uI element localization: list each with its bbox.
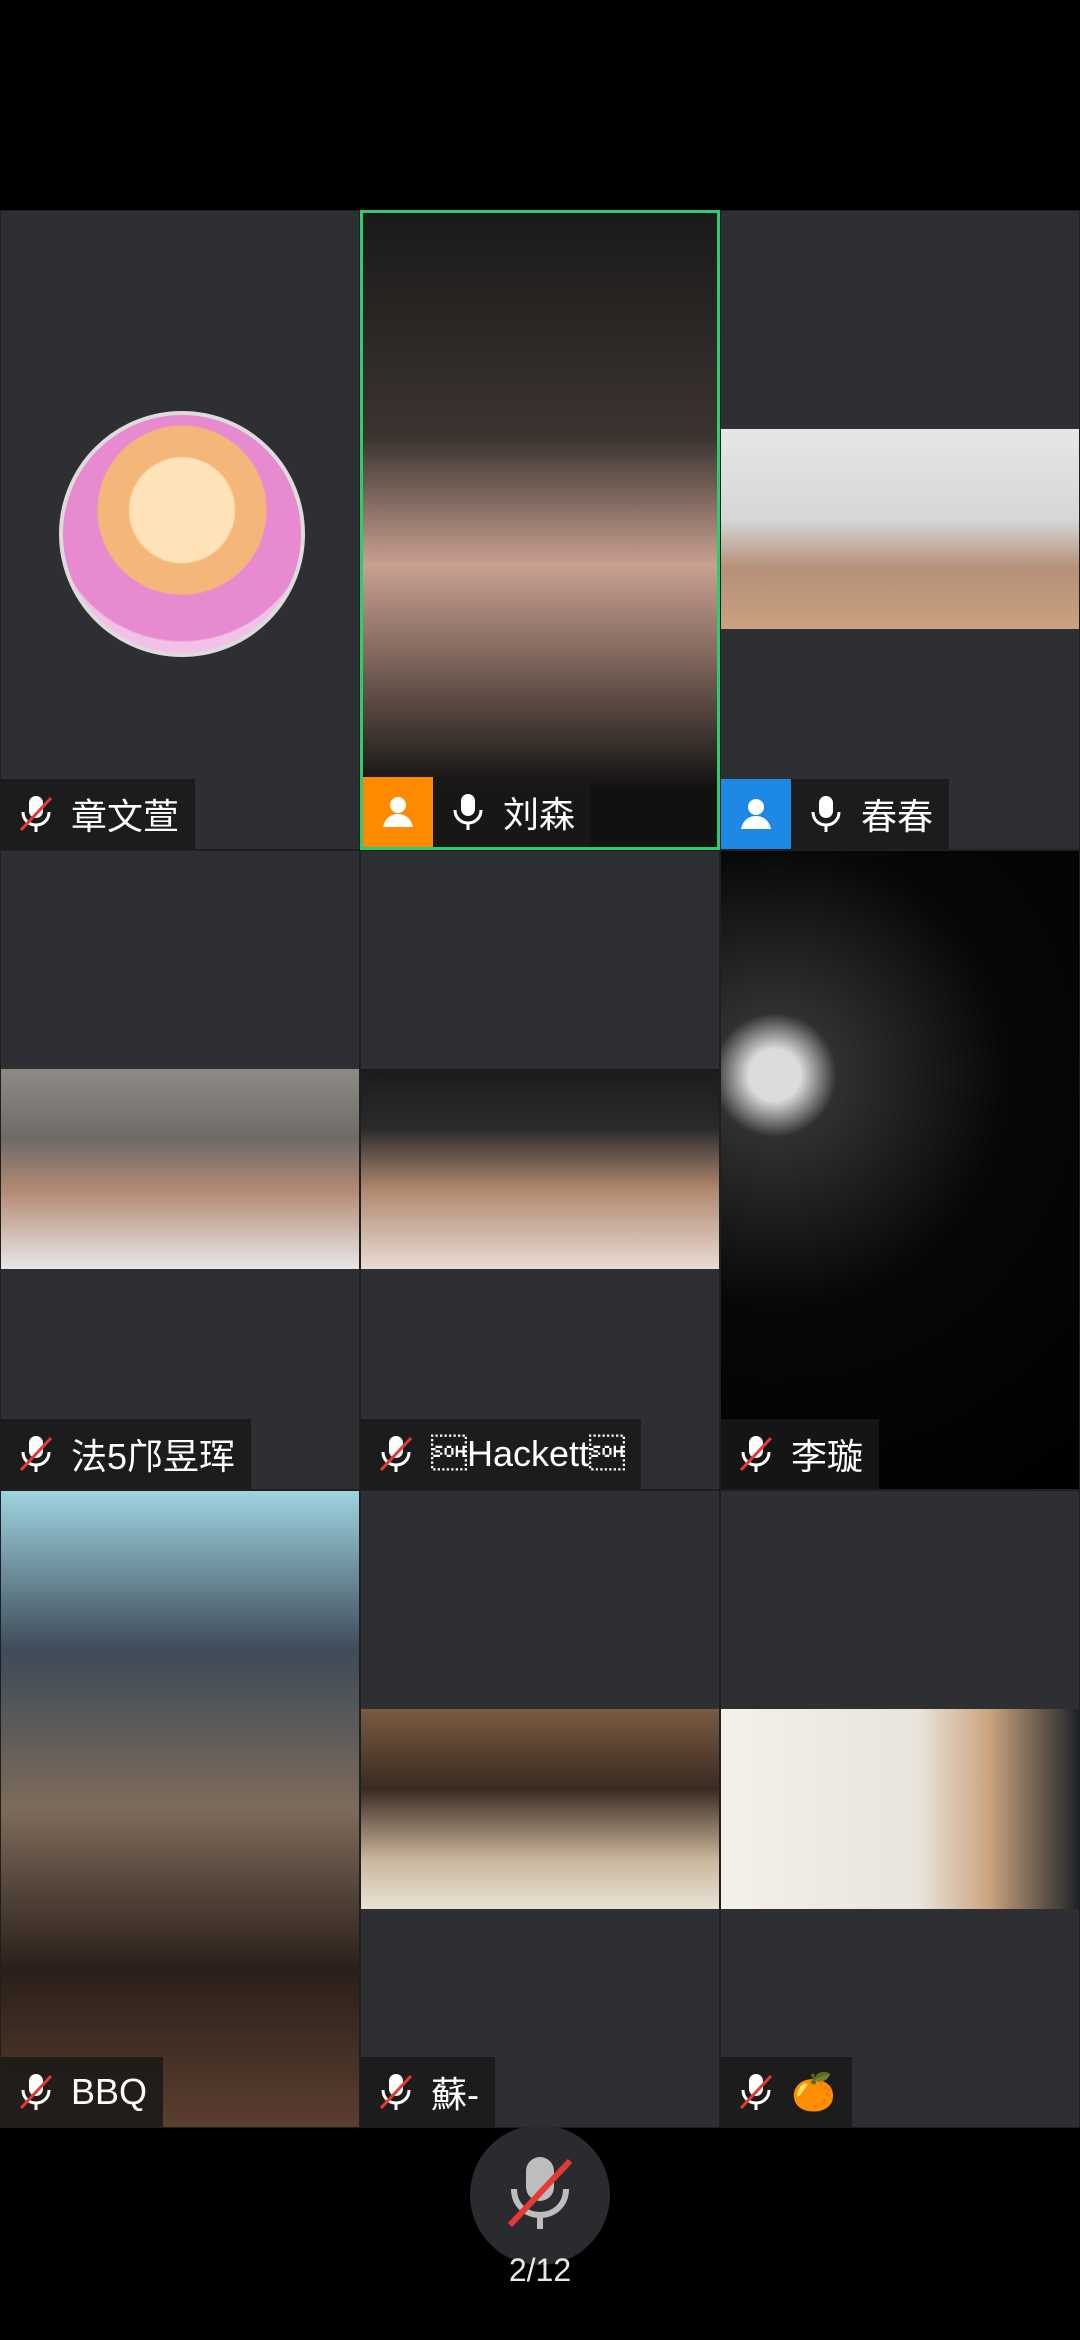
video-grid: 章文萱 刘森 春春 bbox=[0, 210, 1080, 2128]
mute-toggle-button[interactable] bbox=[470, 2125, 610, 2265]
participant-name: 蘇- bbox=[431, 2074, 479, 2115]
participant-name: 李璇 bbox=[791, 1436, 864, 1477]
participant-name: Hackett bbox=[431, 1433, 626, 1474]
participant-name: 章文萱 bbox=[71, 796, 180, 837]
participant-video bbox=[721, 1709, 1079, 1909]
participant-name: BBQ bbox=[71, 2071, 148, 2112]
participant-tile-5[interactable]: Hackett bbox=[360, 850, 720, 1490]
participant-name: 刘森 bbox=[503, 794, 576, 835]
participant-video bbox=[1, 1491, 359, 2127]
participant-tile-1[interactable]: 章文萱 bbox=[0, 210, 360, 850]
participant-tile-8[interactable]: 蘇- bbox=[360, 1490, 720, 2128]
participant-video bbox=[363, 213, 717, 847]
mic-muted-icon bbox=[735, 1433, 777, 1475]
participant-tile-2[interactable]: 刘森 bbox=[360, 210, 720, 850]
mic-muted-icon bbox=[375, 1433, 417, 1475]
mic-muted-icon bbox=[375, 2071, 417, 2113]
participant-label: 蘇- bbox=[361, 2057, 495, 2127]
participant-badge-orange bbox=[363, 777, 433, 847]
page-indicator: 2/12 bbox=[508, 2252, 572, 2288]
mic-icon bbox=[447, 791, 489, 833]
participant-label: 🍊 bbox=[721, 2057, 852, 2127]
participant-video bbox=[1, 1069, 359, 1269]
participant-label: 刘森 bbox=[363, 777, 592, 847]
participant-video bbox=[361, 1069, 719, 1269]
participant-label: 法5邝昱珲 bbox=[1, 1419, 252, 1489]
participant-label: BBQ bbox=[1, 2057, 164, 2127]
participant-name: 🍊 bbox=[791, 2071, 836, 2112]
participant-label: 春春 bbox=[721, 779, 950, 849]
participant-tile-4[interactable]: 法5邝昱珲 bbox=[0, 850, 360, 1490]
mic-muted-icon bbox=[504, 2153, 576, 2238]
participant-tile-6[interactable]: 李璇 bbox=[720, 850, 1080, 1490]
mic-icon bbox=[805, 793, 847, 835]
participant-label: Hackett bbox=[361, 1419, 642, 1489]
participant-label: 李璇 bbox=[721, 1419, 880, 1489]
mic-muted-icon bbox=[15, 793, 57, 835]
participant-video bbox=[721, 851, 1079, 1489]
participant-video bbox=[361, 1709, 719, 1909]
participant-tile-7[interactable]: BBQ bbox=[0, 1490, 360, 2128]
participant-label: 章文萱 bbox=[1, 779, 196, 849]
participant-name: 春春 bbox=[861, 796, 934, 837]
mic-muted-icon bbox=[15, 2071, 57, 2113]
participant-tile-9[interactable]: 🍊 bbox=[720, 1490, 1080, 2128]
participant-avatar bbox=[59, 411, 305, 657]
participant-badge-blue bbox=[721, 779, 791, 849]
participant-video bbox=[721, 429, 1079, 629]
mic-muted-icon bbox=[15, 1433, 57, 1475]
mic-muted-icon bbox=[735, 2071, 777, 2113]
participant-name: 法5邝昱珲 bbox=[71, 1436, 236, 1477]
participant-tile-3[interactable]: 春春 bbox=[720, 210, 1080, 850]
